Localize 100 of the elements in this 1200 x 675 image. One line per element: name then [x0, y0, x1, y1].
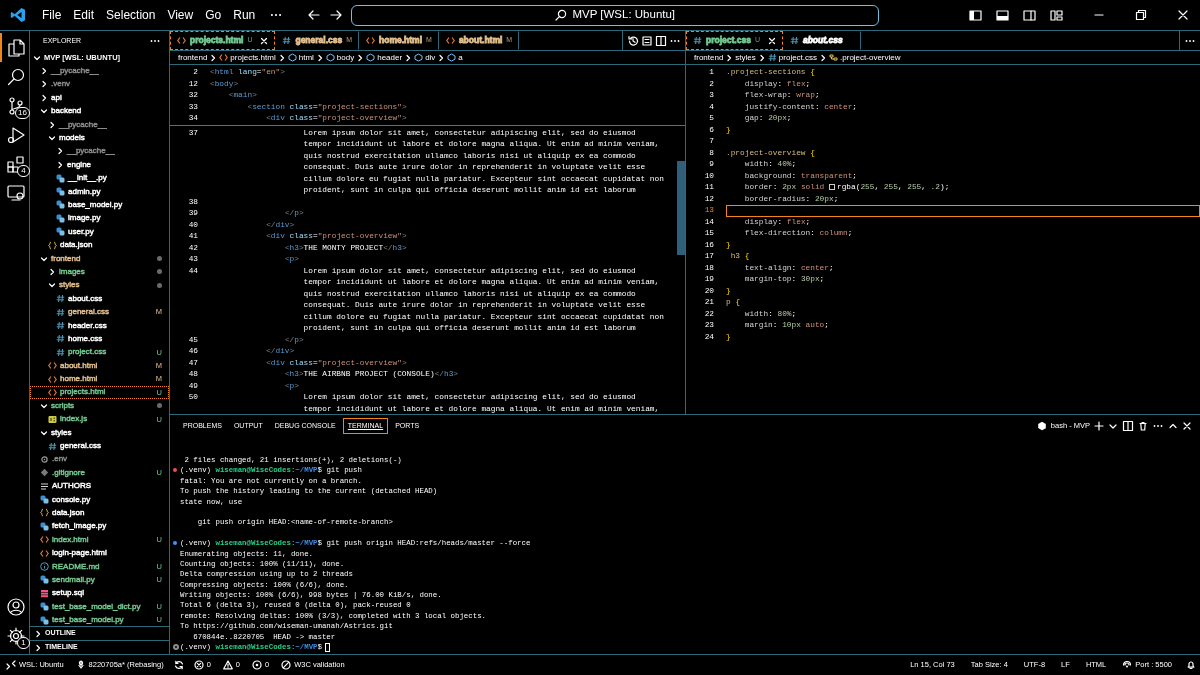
- menu-item[interactable]: Go: [199, 4, 228, 26]
- file-icon: [56, 227, 65, 237]
- tree-item[interactable]: .venv: [30, 77, 169, 92]
- tree-item[interactable]: styles: [30, 425, 169, 440]
- restore-icon: [1135, 9, 1147, 21]
- manage-button[interactable]: 1: [0, 621, 30, 650]
- menu-item[interactable]: Selection: [100, 4, 162, 26]
- tree-item[interactable]: about.css: [30, 292, 169, 306]
- app-logo-icon: [10, 7, 26, 23]
- scrollbar-thumb[interactable]: [677, 161, 685, 255]
- tree-item[interactable]: data.json: [30, 238, 169, 252]
- code-icon: [219, 53, 229, 62]
- tree-item[interactable]: __pycache__: [30, 144, 169, 159]
- trash-icon[interactable]: [1138, 421, 1148, 431]
- tree-item[interactable]: image.py: [30, 211, 169, 226]
- file-icon: [40, 495, 49, 505]
- tree-item[interactable]: backend: [30, 104, 169, 118]
- tree-item[interactable]: setup.sql: [30, 586, 169, 600]
- tree-item[interactable]: data.json: [30, 506, 169, 520]
- hash-icon: [693, 36, 702, 45]
- tree-item[interactable]: console.py: [30, 492, 169, 507]
- blocked-icon: [281, 660, 292, 670]
- tree-item[interactable]: fetch_image.py: [30, 519, 169, 534]
- tree-item[interactable]: images: [30, 265, 169, 279]
- breadcrumb-item[interactable]: div: [414, 51, 436, 64]
- search-icon: [6, 66, 26, 87]
- menu-item[interactable]: View: [161, 4, 200, 26]
- close-icon[interactable]: [1182, 421, 1192, 431]
- tree-item[interactable]: __pycache__: [30, 64, 169, 78]
- breadcrumb-item[interactable]: .project-overview: [829, 51, 901, 64]
- file-icon: [40, 521, 49, 531]
- tree-item[interactable]: engine: [30, 158, 169, 172]
- tree-item[interactable]: user.py: [30, 225, 169, 239]
- tree-item[interactable]: login-page.html: [30, 546, 169, 560]
- back-arrow-icon[interactable]: [307, 8, 322, 22]
- tree-item[interactable]: AUTHORS: [30, 479, 169, 493]
- code-icon: [48, 361, 57, 371]
- file-icon: [40, 615, 49, 625]
- layout-icon: [1023, 9, 1036, 21]
- chevron-icon: [277, 53, 286, 62]
- chevron-up-icon[interactable]: [1168, 421, 1178, 431]
- command-marker[interactable]: [173, 541, 177, 546]
- close-icon[interactable]: [260, 36, 269, 45]
- breadcrumb-item[interactable]: styles: [735, 51, 756, 64]
- tree-item[interactable]: .env: [30, 452, 169, 467]
- hash-icon: [56, 334, 65, 344]
- tree-item[interactable]: base_model.py: [30, 198, 169, 212]
- chevron-icon: [209, 53, 218, 62]
- blocks-icon: [6, 153, 26, 174]
- code-icon: [48, 387, 57, 397]
- tree-item[interactable]: __init__.py: [30, 171, 169, 185]
- breadcrumb-item[interactable]: html: [287, 51, 314, 64]
- error-icon: [193, 660, 204, 670]
- tree-item[interactable]: api: [30, 91, 169, 105]
- tree-item[interactable]: home.css: [30, 332, 169, 346]
- breadcrumb-item[interactable]: a: [447, 51, 463, 64]
- bell-icon[interactable]: [1186, 660, 1196, 670]
- split-icon[interactable]: [1122, 420, 1134, 432]
- tree-item[interactable]: admin.py: [30, 184, 169, 199]
- info-icon: [40, 562, 49, 572]
- tree-item[interactable]: header.css: [30, 318, 169, 333]
- breadcrumb-item[interactable]: frontend: [694, 51, 724, 64]
- shell-icon: [1036, 421, 1047, 431]
- file-icon: [56, 173, 65, 183]
- tree-item[interactable]: __pycache__: [30, 117, 169, 132]
- compare-icon[interactable]: [641, 34, 653, 47]
- tree-item[interactable]: scripts: [30, 399, 169, 413]
- breadcrumb-item[interactable]: projects.html: [219, 51, 276, 64]
- search-icon: [555, 9, 568, 21]
- plus-icon[interactable]: [1094, 421, 1104, 431]
- close-icon[interactable]: [767, 36, 776, 45]
- sync-icon[interactable]: [173, 660, 184, 670]
- source-control-button[interactable]: 16: [0, 91, 30, 120]
- files-icon: [6, 37, 26, 58]
- tree-item[interactable]: general.css: [30, 439, 169, 453]
- breadcrumb-item[interactable]: header: [366, 51, 403, 64]
- lines-icon: [40, 481, 49, 491]
- file-icon: [56, 213, 65, 223]
- tree-item[interactable]: styles: [30, 278, 169, 293]
- history-icon[interactable]: [627, 34, 639, 47]
- command-marker[interactable]: [173, 468, 177, 473]
- chevron-icon: [819, 53, 828, 62]
- menu-item[interactable]: Run: [227, 4, 262, 26]
- breadcrumb-item[interactable]: body: [325, 51, 355, 64]
- menu-item[interactable]: File: [36, 4, 68, 26]
- breadcrumb-item[interactable]: project.css: [767, 51, 818, 64]
- tree-item[interactable]: frontend: [30, 251, 169, 266]
- file-icon: [40, 602, 49, 612]
- forward-arrow-icon[interactable]: [329, 8, 344, 22]
- monitor-icon: [6, 182, 26, 203]
- split-icon[interactable]: [655, 34, 667, 47]
- hash-icon: [48, 441, 57, 451]
- chevron-icon: [404, 53, 413, 62]
- file-icon: [48, 414, 57, 424]
- menu-item[interactable]: Edit: [67, 4, 101, 26]
- command-marker[interactable]: [173, 644, 179, 651]
- command-center-text[interactable]: MVP [WSL: Ubuntu]: [572, 6, 676, 24]
- tree-item[interactable]: models: [30, 131, 169, 145]
- breadcrumb-item[interactable]: frontend: [178, 51, 208, 64]
- extensions-button[interactable]: 4: [0, 149, 30, 178]
